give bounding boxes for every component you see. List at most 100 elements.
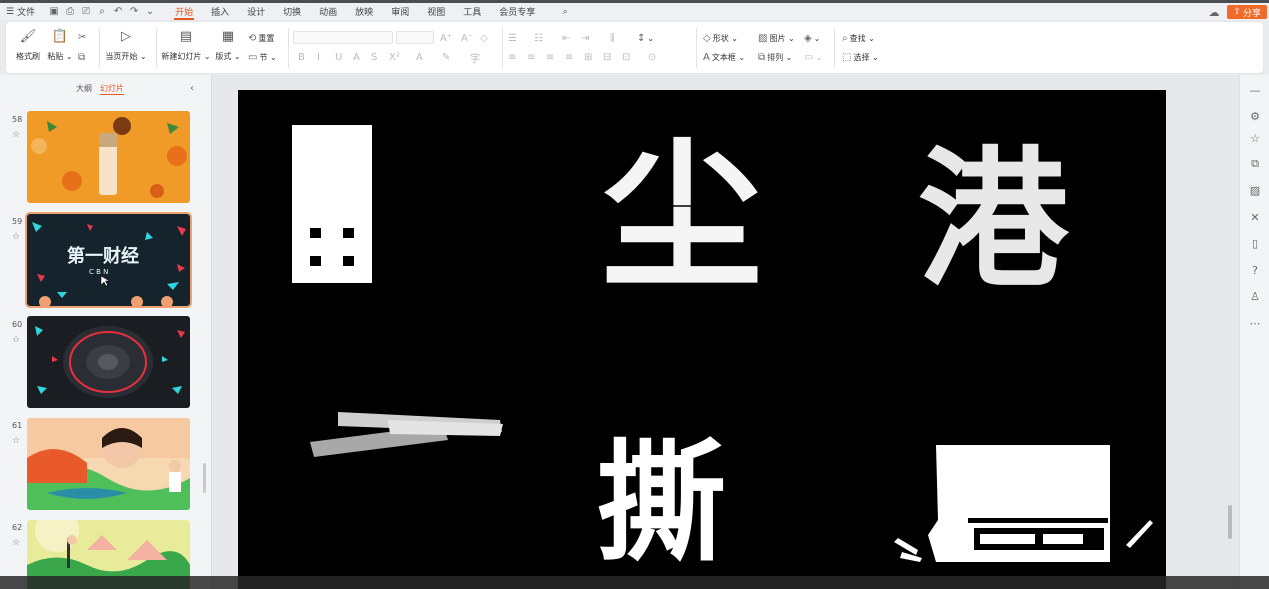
textbox-button[interactable]: A 文本框 ⌄ bbox=[703, 50, 745, 64]
glyph-chen[interactable]: 尘 bbox=[602, 122, 762, 310]
tab-transition[interactable]: 切换 bbox=[274, 3, 310, 20]
chevron-down-icon[interactable]: ⌄ bbox=[142, 3, 158, 20]
indent-button[interactable]: ⇥ bbox=[581, 31, 591, 45]
strike-button[interactable]: A bbox=[353, 50, 362, 64]
bullets-button[interactable]: ☰ bbox=[508, 31, 519, 45]
glyph-gang[interactable]: 港 bbox=[918, 132, 1070, 308]
paste-button[interactable]: 📋 粘贴 ⌄ bbox=[46, 22, 74, 62]
columns-button[interactable]: ⫼ bbox=[610, 31, 617, 45]
image-icon[interactable]: ▨ bbox=[1248, 183, 1262, 197]
align-right-button[interactable]: ≡ bbox=[546, 50, 556, 64]
from-current-button[interactable]: ▷ 当页开始 ⌄ bbox=[104, 22, 148, 62]
fill-button[interactable]: ◈ ⌄ bbox=[804, 31, 820, 45]
align-center-button[interactable]: ≡ bbox=[527, 50, 537, 64]
white-block-shape[interactable] bbox=[292, 125, 372, 283]
slide-thumbnail-60[interactable] bbox=[27, 316, 190, 408]
copy-icon[interactable]: ⧉ bbox=[1248, 157, 1262, 171]
increase-font-button[interactable]: A⁺ bbox=[440, 31, 454, 45]
tools-icon[interactable]: ✕ bbox=[1248, 210, 1262, 224]
book-icon[interactable]: ▯ bbox=[1248, 236, 1262, 250]
tab-review[interactable]: 审阅 bbox=[382, 3, 418, 20]
font-size-select[interactable] bbox=[396, 31, 434, 44]
undo-icon[interactable]: ↶ bbox=[110, 3, 126, 20]
glyph-si[interactable]: 撕 bbox=[596, 427, 726, 579]
tab-outline[interactable]: 大纲 bbox=[76, 83, 92, 95]
slide-panel: 大纲 幻灯片 ‹ 58 ☆ 59 ☆ 第一财经 C B N 60 ☆ 61 ☆ … bbox=[0, 75, 212, 589]
tab-design[interactable]: 设计 bbox=[238, 3, 274, 20]
tab-slides[interactable]: 幻灯片 bbox=[100, 83, 124, 95]
clear-format-button[interactable]: ◇ bbox=[480, 31, 490, 45]
star-icon[interactable]: ☆ bbox=[1248, 131, 1262, 145]
layout-button[interactable]: ▦ 版式 ⌄ bbox=[214, 22, 242, 62]
shape-button[interactable]: ◇ 形状 ⌄ bbox=[703, 31, 738, 45]
divider bbox=[99, 28, 100, 68]
tab-member[interactable]: 会员专享 bbox=[490, 3, 544, 20]
star-icon[interactable]: ☆ bbox=[12, 130, 20, 140]
tab-animation[interactable]: 动画 bbox=[310, 3, 346, 20]
current-slide[interactable]: 尘 港 撕 bbox=[238, 90, 1166, 589]
tab-insert[interactable]: 插入 bbox=[202, 3, 238, 20]
char-spacing-button[interactable]: 字 bbox=[470, 50, 482, 65]
search-icon[interactable]: ⌕ bbox=[556, 3, 574, 20]
settings-sliders-icon[interactable]: ⚙ bbox=[1248, 109, 1262, 123]
new-slide-button[interactable]: ▤ 新建幻灯片 ⌄ bbox=[161, 22, 211, 62]
share-button[interactable]: ⇪ 分享 bbox=[1227, 5, 1267, 19]
italic-button[interactable]: I bbox=[317, 50, 322, 64]
tab-view[interactable]: 视图 bbox=[418, 3, 454, 20]
find-button[interactable]: ⌕ 查找 ⌄ bbox=[842, 31, 875, 45]
panel-scrollbar[interactable] bbox=[203, 463, 206, 493]
slide-thumbnail-61[interactable] bbox=[27, 418, 190, 510]
outline-button[interactable]: ▭ ⌄ bbox=[804, 50, 822, 64]
font-color-button[interactable]: A bbox=[416, 50, 425, 64]
decrease-font-button[interactable]: A⁻ bbox=[461, 31, 475, 45]
canvas-scrollbar[interactable] bbox=[1228, 505, 1232, 539]
distribute-button[interactable]: ⊞ bbox=[584, 50, 594, 64]
cut-button[interactable]: ✂ bbox=[78, 30, 88, 44]
tab-tools[interactable]: 工具 bbox=[454, 3, 490, 20]
font-name-select[interactable] bbox=[293, 31, 393, 44]
select-label: 选择 bbox=[853, 52, 870, 62]
justify-button[interactable]: ≡ bbox=[565, 50, 575, 64]
slide-thumbnail-58[interactable] bbox=[27, 111, 190, 203]
star-icon[interactable]: ☆ bbox=[12, 335, 20, 345]
collapse-panel-icon[interactable]: ‹ bbox=[190, 83, 194, 94]
line-spacing-button[interactable]: ↕ ⌄ bbox=[637, 31, 654, 45]
text-direction-button[interactable]: ⊟ bbox=[603, 50, 613, 64]
outdent-button[interactable]: ⇤ bbox=[562, 31, 572, 45]
export-icon[interactable]: ⎙ bbox=[62, 3, 78, 20]
help-icon[interactable]: ? bbox=[1248, 263, 1262, 277]
section-button[interactable]: ▭ 节 ⌄ bbox=[248, 50, 277, 64]
redo-icon[interactable]: ↷ bbox=[126, 3, 142, 20]
file-menu[interactable]: ☰ 文件 bbox=[0, 3, 38, 20]
bold-button[interactable]: B bbox=[298, 50, 307, 64]
smartart-button[interactable]: ⊙ bbox=[648, 50, 658, 64]
picture-button[interactable]: ▨ 图片 ⌄ bbox=[758, 31, 795, 45]
copy-button[interactable]: ⧉ bbox=[78, 50, 87, 64]
shape-icon: ◇ bbox=[703, 32, 711, 44]
arrange-button[interactable]: ⧉ 排列 ⌄ bbox=[758, 50, 792, 64]
paragraph-button[interactable]: ⊡ bbox=[622, 50, 632, 64]
strikethrough-button[interactable]: S bbox=[371, 50, 379, 64]
superscript-button[interactable]: X² bbox=[389, 50, 402, 64]
preview-icon[interactable]: ⌕ bbox=[94, 3, 110, 20]
star-icon[interactable]: ☆ bbox=[12, 538, 20, 548]
shirt-icon[interactable]: ♙ bbox=[1248, 289, 1262, 303]
underline-button[interactable]: U bbox=[335, 50, 344, 64]
cloud-icon[interactable]: ☁ bbox=[1207, 5, 1221, 19]
collapse-icon[interactable]: — bbox=[1248, 83, 1262, 97]
align-left-button[interactable]: ≡ bbox=[508, 50, 518, 64]
star-icon[interactable]: ☆ bbox=[12, 436, 20, 446]
save-icon[interactable]: ▣ bbox=[46, 3, 62, 20]
highlight-button[interactable]: ✎ bbox=[442, 50, 452, 64]
reset-button[interactable]: ⟲ 重置 bbox=[248, 31, 274, 45]
tab-slideshow[interactable]: 放映 bbox=[346, 3, 382, 20]
tab-home[interactable]: 开始 bbox=[166, 3, 202, 20]
bold-icon: B bbox=[298, 51, 305, 63]
numbering-button[interactable]: ☷ bbox=[534, 31, 545, 45]
slide-thumbnail-59[interactable]: 第一财经 C B N bbox=[25, 212, 192, 308]
more-icon[interactable]: ⋯ bbox=[1248, 316, 1262, 330]
format-painter-button[interactable]: 🖌 格式刷 bbox=[14, 22, 42, 62]
star-icon[interactable]: ☆ bbox=[12, 232, 20, 242]
select-button[interactable]: ⬚ 选择 ⌄ bbox=[842, 50, 879, 64]
print-icon[interactable]: ⎚ bbox=[78, 3, 94, 20]
